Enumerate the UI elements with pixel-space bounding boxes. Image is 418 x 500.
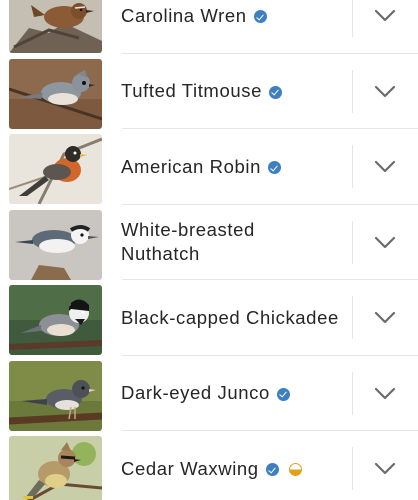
bird-photo-junco [9,360,102,431]
bird-photo-nuthatch [9,209,102,280]
bird-photo-titmouse [9,58,102,129]
verified-check-icon [265,463,279,477]
bird-label: American Robin [121,129,351,205]
bird-name-line1: White-breasted [121,219,255,241]
verified-check-icon [253,10,267,24]
list-item[interactable]: Carolina Wren [0,0,418,54]
verified-check-icon [268,85,282,99]
chevron-down-icon[interactable] [373,232,397,252]
verified-check-icon [268,161,282,175]
divider [352,220,353,264]
divider [352,296,353,339]
bird-label: Cedar Waxwing [121,431,351,500]
bird-name: White-breasted Nuthatch [121,218,255,266]
divider [352,371,353,415]
bird-name: Cedar Waxwing [121,457,259,479]
bird-name: Carolina Wren [121,4,247,26]
bird-label: Carolina Wren [121,0,351,54]
divider [352,447,353,490]
verified-check-icon [276,387,290,401]
chevron-down-icon[interactable] [373,81,397,101]
divider [352,145,353,188]
list-item[interactable]: Tufted Titmouse [0,54,418,130]
list-item[interactable]: Black-capped Chickadee [0,280,418,356]
chevron-down-icon[interactable] [373,458,397,478]
list-item[interactable]: Cedar Waxwing [0,431,418,500]
bird-name: Black-capped Chickadee [121,306,339,328]
bird-label: Tufted Titmouse [121,54,351,130]
chevron-down-icon[interactable] [373,5,397,25]
bird-name: Dark-eyed Junco [121,382,270,404]
half-circle-icon [288,463,302,477]
bird-label: Black-capped Chickadee [121,280,351,356]
list-item[interactable]: White-breasted Nuthatch [0,205,418,281]
bird-label: White-breasted Nuthatch [121,205,351,281]
chevron-down-icon[interactable] [373,156,397,176]
bird-label: Dark-eyed Junco [121,356,351,432]
bird-name: American Robin [121,155,262,177]
chevron-down-icon[interactable] [373,307,397,327]
bird-photo-wren [9,0,102,53]
divider [352,69,353,113]
bird-name-line2: Nuthatch [121,243,200,265]
bird-list: Carolina Wren Tufted Titmouse American R… [0,0,418,500]
bird-name: Tufted Titmouse [121,80,262,102]
chevron-down-icon[interactable] [373,383,397,403]
bird-photo-waxwing [9,436,102,500]
bird-photo-robin [9,134,102,204]
divider [352,0,353,37]
bird-photo-chickadee [9,285,102,355]
list-item[interactable]: Dark-eyed Junco [0,356,418,432]
list-item[interactable]: American Robin [0,129,418,205]
